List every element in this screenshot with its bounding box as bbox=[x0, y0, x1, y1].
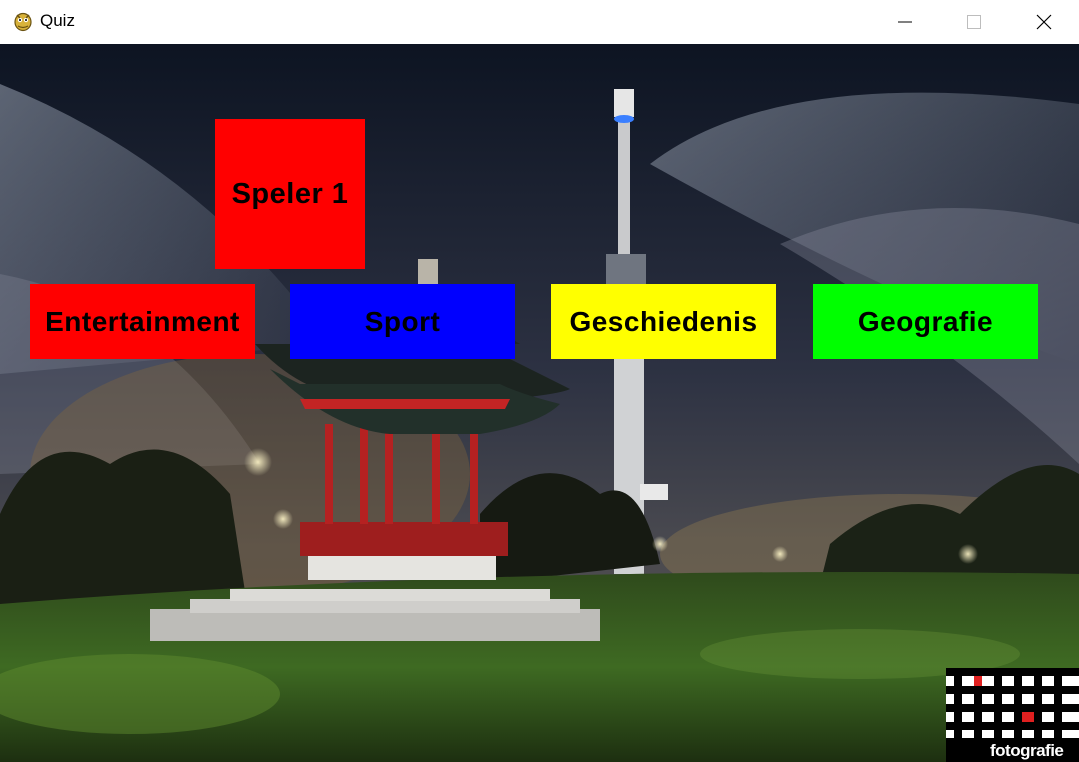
close-icon bbox=[1036, 14, 1052, 30]
player-label: Speler 1 bbox=[215, 119, 365, 269]
maximize-button[interactable] bbox=[939, 0, 1009, 44]
category-entertainment-button[interactable]: Entertainment bbox=[30, 284, 255, 359]
category-geografie-button[interactable]: Geografie bbox=[813, 284, 1038, 359]
game-canvas[interactable]: Speler 1 Entertainment Sport Geschiedeni… bbox=[0, 44, 1079, 762]
window-title: Quiz bbox=[40, 11, 75, 30]
watermark-text: fotografie bbox=[990, 741, 1064, 760]
minimize-button[interactable] bbox=[870, 0, 940, 44]
window-titlebar: Quiz bbox=[0, 0, 1079, 44]
category-sport-button[interactable]: Sport bbox=[290, 284, 515, 359]
close-button[interactable] bbox=[1009, 0, 1079, 44]
category-geschiedenis-button[interactable]: Geschiedenis bbox=[551, 284, 776, 359]
maximize-icon bbox=[967, 15, 981, 29]
minimize-icon bbox=[898, 21, 912, 23]
pygame-snake-icon bbox=[14, 12, 32, 32]
night-park-pagoda-tower-photo bbox=[0, 44, 1079, 762]
